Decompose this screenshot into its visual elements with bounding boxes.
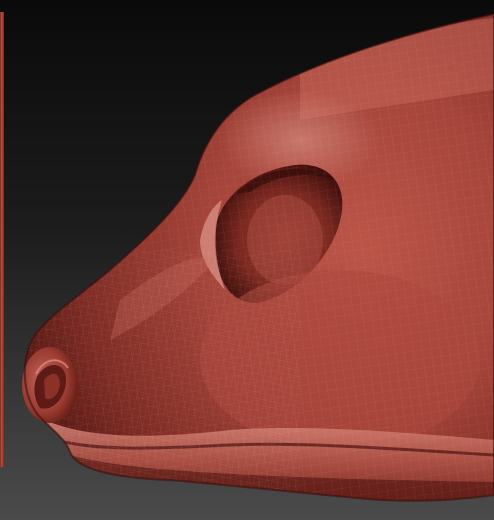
scene-canvas[interactable]: [0, 0, 494, 520]
3d-viewport[interactable]: [0, 0, 494, 520]
nose-tip: [22, 347, 78, 423]
